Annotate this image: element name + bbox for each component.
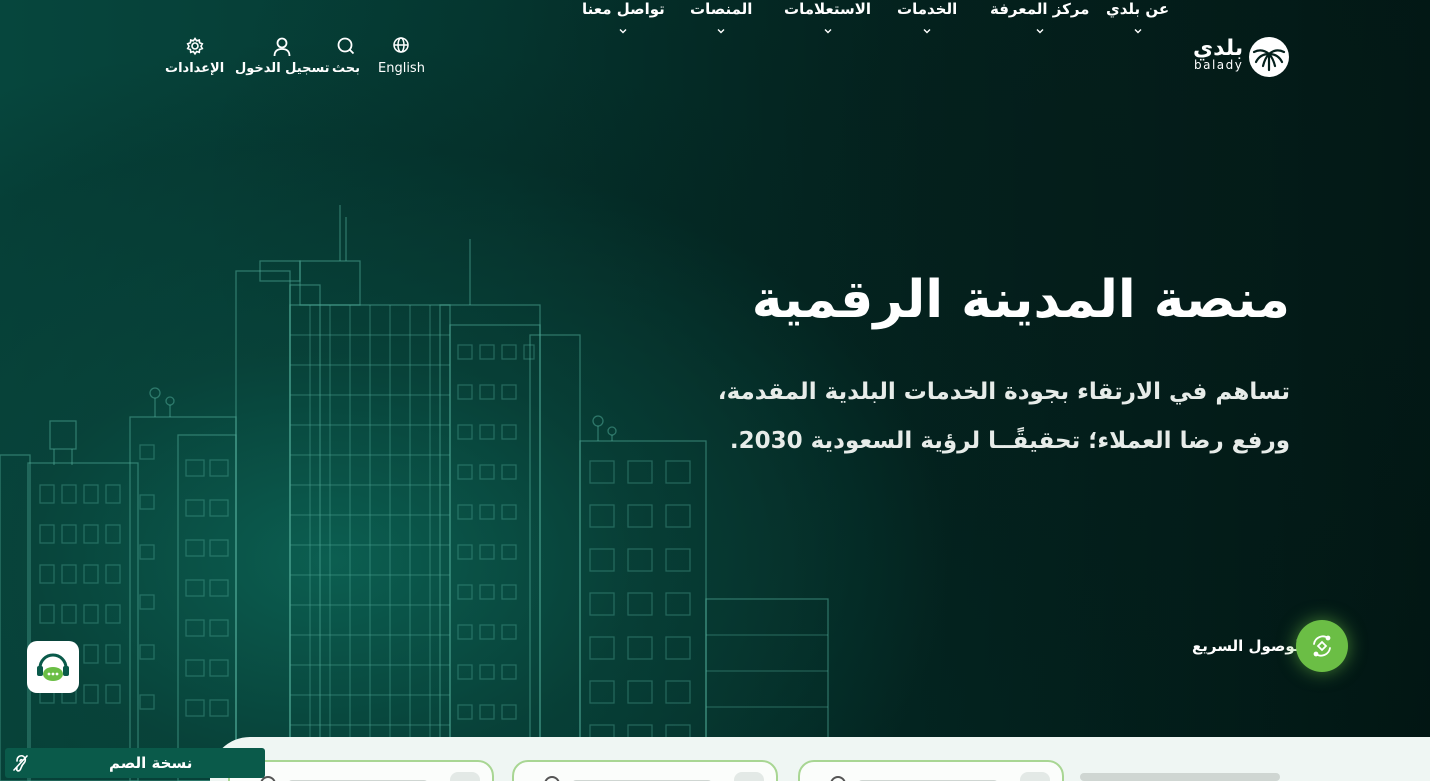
service-card[interactable] xyxy=(512,760,778,781)
language-switch[interactable]: English xyxy=(378,36,425,76)
info-icon xyxy=(830,776,846,781)
nav-item-label: مركز المعرفة xyxy=(990,0,1090,18)
nav-item-services[interactable]: الخدمات xyxy=(897,0,957,36)
chevron-down-icon xyxy=(717,29,725,34)
document-icon xyxy=(734,772,764,781)
quick-access-label: الوصول السريع xyxy=(1192,637,1306,655)
globe-icon xyxy=(393,37,410,53)
chevron-down-icon xyxy=(619,29,627,34)
nav-item-knowledge-center[interactable]: مركز المعرفة xyxy=(990,0,1089,36)
nav-item-label: عن بلدي xyxy=(1106,0,1170,18)
settings-button[interactable]: الإعدادات xyxy=(165,36,224,76)
support-chat-button[interactable] xyxy=(27,641,79,693)
balady-logo[interactable]: بلدي balady xyxy=(1193,36,1290,78)
logo-text-english: balady xyxy=(1194,58,1244,72)
service-card[interactable] xyxy=(798,760,1064,781)
nav-item-contact[interactable]: تواصل معنا xyxy=(582,0,665,36)
nav-item-label: الاستعلامات xyxy=(784,0,872,18)
login-label: تسجيل الدخول xyxy=(235,61,330,76)
chevron-down-icon xyxy=(1134,29,1142,34)
chevron-down-icon xyxy=(824,29,832,34)
nav-item-label: تواصل معنا xyxy=(582,0,665,18)
nav-item-about[interactable]: عن بلدي xyxy=(1106,0,1169,36)
hero-section: بلدي balady عن بلدي مركز المعرفة الخدمات… xyxy=(0,0,1430,781)
language-label: English xyxy=(378,61,425,76)
document-icon xyxy=(450,772,480,781)
city-skyline-illustration xyxy=(0,205,829,781)
nav-item-inquiries[interactable]: الاستعلامات xyxy=(784,0,871,36)
settings-label: الإعدادات xyxy=(165,61,225,76)
chevron-down-icon xyxy=(1036,29,1044,34)
panel-heading-placeholder xyxy=(1080,773,1280,781)
hero-subtitle: تساهم في الارتقاء بجودة الخدمات البلدية … xyxy=(717,379,1290,454)
nav-item-label: المنصات xyxy=(690,0,753,18)
quick-access-icon xyxy=(1313,635,1331,657)
ear-icon xyxy=(13,754,28,772)
nav-item-label: الخدمات xyxy=(897,0,958,18)
document-icon xyxy=(1020,772,1050,781)
service-card[interactable] xyxy=(228,760,494,781)
services-panel xyxy=(210,737,1430,781)
chevron-down-icon xyxy=(923,29,931,34)
search-button[interactable]: بحث xyxy=(332,36,360,76)
nav-item-platforms[interactable]: المنصات xyxy=(690,0,752,36)
sign-language-button[interactable]: نسخة الصم xyxy=(5,748,265,778)
search-icon xyxy=(337,37,355,55)
sign-language-label: نسخة الصم xyxy=(109,754,193,772)
hero-title: منصة المدينة الرقمية xyxy=(751,270,1290,330)
user-icon xyxy=(273,37,291,57)
quick-access-button[interactable] xyxy=(1296,620,1348,672)
info-icon xyxy=(544,776,560,781)
login-button[interactable]: تسجيل الدخول xyxy=(235,36,330,76)
headset-chat-icon xyxy=(37,653,69,681)
quick-access[interactable]: الوصول السريع xyxy=(1192,620,1348,672)
search-label: بحث xyxy=(332,61,361,76)
palm-logo-icon xyxy=(1249,37,1289,77)
gear-icon xyxy=(186,37,204,56)
